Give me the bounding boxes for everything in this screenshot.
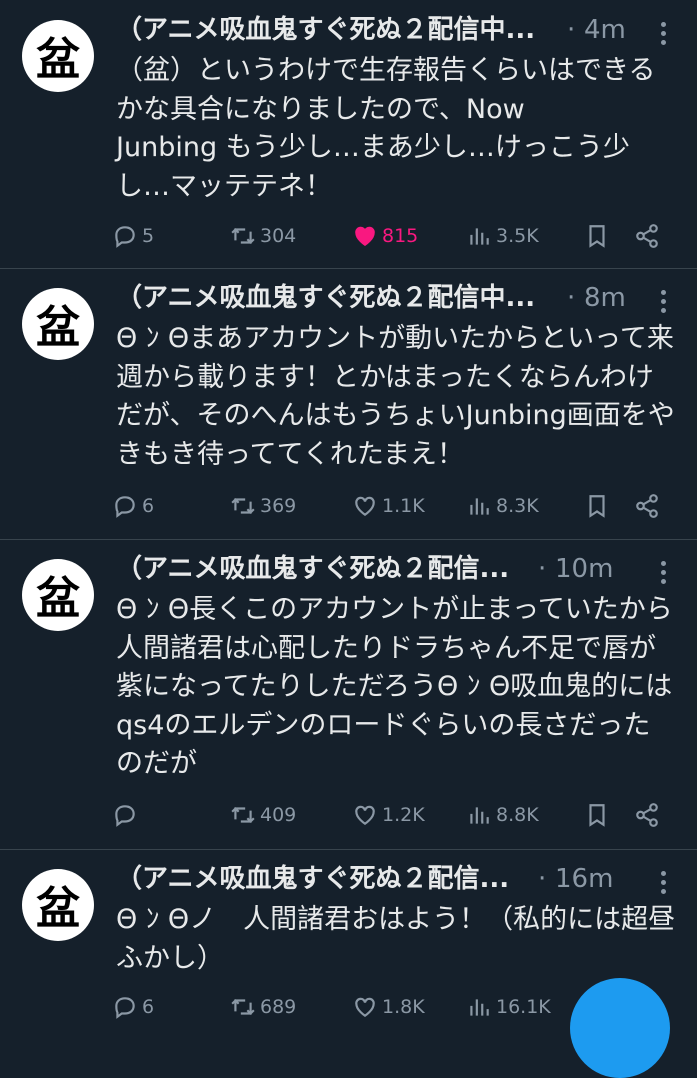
like-button[interactable]: 1.8K (352, 987, 425, 1027)
action-bar: 6 369 1.1K 8.3K (112, 486, 672, 526)
tweet-text: Θ ﾝ Θまあアカウントが動いたからといって来週から載ります！とかはまったくなら… (116, 323, 675, 470)
reply-count: 6 (142, 495, 155, 517)
views-icon (470, 999, 489, 1016)
share-button[interactable] (634, 795, 660, 835)
views-button[interactable]: 16.1K (466, 987, 551, 1027)
retweet-button[interactable]: 689 (230, 987, 296, 1027)
bookmark-icon (589, 804, 605, 827)
views-button[interactable]: 8.8K (466, 795, 539, 835)
like-button[interactable]: 815 (352, 216, 418, 256)
share-icon (636, 494, 658, 518)
action-bar: 409 1.2K 8.8K (112, 795, 672, 835)
tweet[interactable]: 盆 （アニメ吸血鬼すぐ死ぬ２配信... · 10m Θ ﾝ Θ長くこのアカウント… (0, 539, 697, 850)
avatar-image: 盆 (36, 573, 80, 624)
compose-button[interactable] (570, 978, 670, 1078)
retweet-icon (231, 806, 255, 824)
more-icon[interactable] (661, 22, 669, 49)
reply-icon (115, 496, 135, 518)
separator-dot: · (538, 864, 547, 894)
tweet-text: （盆）というわけで生存報告くらいはできるかな具合になりましたので、Now Jun… (116, 55, 656, 202)
avatar[interactable]: 盆 (22, 869, 94, 941)
reply-button[interactable]: 6 (112, 486, 154, 526)
share-icon (636, 224, 658, 248)
reply-button[interactable] (112, 795, 142, 835)
retweet-count: 409 (260, 804, 297, 826)
timestamp[interactable]: 8m (584, 278, 626, 318)
timestamp[interactable]: 16m (555, 859, 613, 899)
views-icon (470, 228, 489, 245)
avatar[interactable]: 盆 (22, 288, 94, 360)
reply-icon (115, 805, 135, 827)
share-icon (636, 803, 658, 827)
timestamp[interactable]: 10m (555, 549, 613, 589)
reply-button[interactable]: 6 (112, 987, 154, 1027)
retweet-icon (231, 998, 255, 1016)
bookmark-button[interactable] (584, 216, 610, 256)
like-count: 1.2K (382, 804, 425, 826)
tweet[interactable]: 盆 （アニメ吸血鬼すぐ死ぬ２配信中... · 8m Θ ﾝ Θまあアカウントが動… (0, 268, 697, 540)
more-icon[interactable] (661, 561, 669, 588)
retweet-button[interactable]: 304 (230, 216, 296, 256)
action-bar: 5 304 815 3.5K (112, 216, 672, 256)
tweet-text: Θ ﾝ Θノ 人間諸君おはよう！（私的には超昼ふかし） (116, 904, 676, 974)
bookmark-icon (589, 495, 605, 518)
tweet[interactable]: 盆 （アニメ吸血鬼すぐ死ぬ２配信中... · 4m （盆）というわけで生存報告く… (0, 0, 697, 269)
separator-dot: · (567, 15, 576, 45)
like-icon (355, 805, 375, 825)
share-button[interactable] (634, 216, 660, 256)
display-name[interactable]: （アニメ吸血鬼すぐ死ぬ２配信中... (116, 278, 576, 318)
tweet-text: Θ ﾝ Θ長くこのアカウントが止まっていたから人間諸君は心配したりドラちゃん不足… (116, 594, 673, 779)
avatar-image: 盆 (36, 883, 80, 934)
separator-dot: · (567, 283, 576, 313)
views-button[interactable]: 3.5K (466, 216, 539, 256)
more-icon[interactable] (661, 290, 669, 317)
display-name[interactable]: （アニメ吸血鬼すぐ死ぬ２配信中... (116, 10, 576, 50)
avatar-image: 盆 (36, 34, 80, 85)
bookmark-icon (589, 225, 605, 248)
avatar[interactable]: 盆 (22, 20, 94, 92)
views-icon (470, 498, 489, 515)
like-icon (355, 226, 375, 246)
like-count: 1.8K (382, 996, 425, 1018)
like-button[interactable]: 1.1K (352, 486, 425, 526)
reply-icon (115, 226, 135, 248)
reply-button[interactable]: 5 (112, 216, 154, 256)
avatar-image: 盆 (36, 302, 80, 353)
views-icon (470, 807, 489, 824)
reply-count: 5 (142, 225, 155, 247)
like-count: 815 (382, 225, 419, 247)
svg-text:盆: 盆 (36, 302, 80, 353)
views-button[interactable]: 8.3K (466, 486, 539, 526)
retweet-count: 689 (260, 996, 297, 1018)
svg-text:盆: 盆 (36, 573, 80, 624)
like-count: 1.1K (382, 495, 425, 517)
like-icon (355, 496, 375, 516)
display-name[interactable]: （アニメ吸血鬼すぐ死ぬ２配信... (116, 859, 526, 899)
separator-dot: · (538, 554, 547, 584)
retweet-icon (231, 497, 255, 515)
svg-text:盆: 盆 (36, 883, 80, 934)
svg-text:盆: 盆 (36, 34, 80, 85)
views-count: 8.8K (496, 804, 539, 826)
views-count: 3.5K (496, 225, 539, 247)
like-icon (355, 997, 375, 1017)
retweet-button[interactable]: 369 (230, 486, 296, 526)
bookmark-button[interactable] (584, 486, 610, 526)
display-name[interactable]: （アニメ吸血鬼すぐ死ぬ２配信... (116, 549, 526, 589)
reply-count: 6 (142, 996, 155, 1018)
timestamp[interactable]: 4m (584, 10, 626, 50)
views-count: 8.3K (496, 495, 539, 517)
reply-icon (115, 997, 135, 1019)
avatar[interactable]: 盆 (22, 559, 94, 631)
retweet-button[interactable]: 409 (230, 795, 296, 835)
retweet-count: 304 (260, 225, 297, 247)
share-button[interactable] (634, 486, 660, 526)
more-icon[interactable] (661, 871, 669, 898)
views-count: 16.1K (496, 996, 551, 1018)
retweet-icon (231, 227, 255, 245)
retweet-count: 369 (260, 495, 297, 517)
bookmark-button[interactable] (584, 795, 610, 835)
like-button[interactable]: 1.2K (352, 795, 425, 835)
